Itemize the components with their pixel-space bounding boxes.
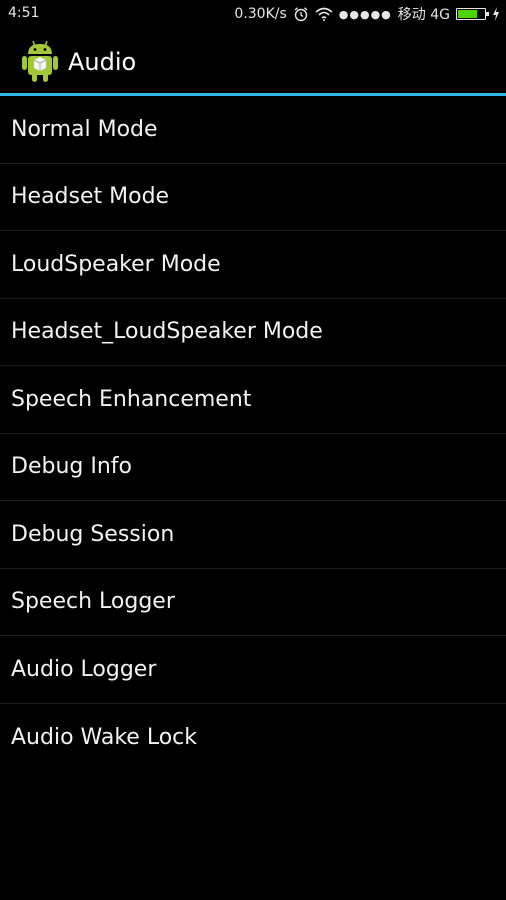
list-item-label: Headset Mode xyxy=(11,184,170,210)
list-item-label: Speech Logger xyxy=(11,589,175,615)
list-item-speech-logger[interactable]: Speech Logger xyxy=(0,569,506,636)
list-item-label: Debug Session xyxy=(11,521,175,547)
list-item-debug-session[interactable]: Debug Session xyxy=(0,501,506,569)
list-item-label: Headset_LoudSpeaker Mode xyxy=(11,319,323,345)
list-item-label: Audio Wake Lock xyxy=(11,724,198,750)
list-item-label: LoudSpeaker Mode xyxy=(11,251,221,277)
list-item-loudspeaker-mode[interactable]: LoudSpeaker Mode xyxy=(0,231,506,299)
signal-strength: ●●●●● xyxy=(338,7,392,21)
list-item-audio-wake-lock[interactable]: Audio Wake Lock xyxy=(0,704,506,772)
android-icon[interactable] xyxy=(20,38,60,84)
list-item-headset-mode[interactable]: Headset Mode xyxy=(0,164,506,231)
alarm-icon xyxy=(293,6,309,22)
carrier-label: 移动 4G xyxy=(397,7,450,23)
status-time: 4:51 xyxy=(8,5,40,21)
wifi-icon xyxy=(315,7,333,21)
list-item-label: Speech Enhancement xyxy=(11,386,252,412)
list-item-label: Normal Mode xyxy=(11,116,158,142)
page-title: Audio xyxy=(68,48,137,76)
list-item-speech-enhancement[interactable]: Speech Enhancement xyxy=(0,366,506,434)
battery-icon xyxy=(456,8,489,20)
battery-fill xyxy=(458,10,477,18)
list-item-audio-logger[interactable]: Audio Logger xyxy=(0,636,506,704)
action-bar: Audio xyxy=(0,28,506,93)
status-icons: 0.30K/s ●●●●● 移动 4G xyxy=(234,4,500,24)
menu-list: Normal Mode Headset Mode LoudSpeaker Mod… xyxy=(0,96,506,771)
list-item-debug-info[interactable]: Debug Info xyxy=(0,434,506,501)
network-speed: 0.30K/s xyxy=(234,6,287,22)
charging-icon xyxy=(492,7,500,21)
list-item-normal-mode[interactable]: Normal Mode xyxy=(0,96,506,164)
status-bar: 4:51 0.30K/s ●●●●● 移动 4G xyxy=(0,0,506,28)
list-item-label: Debug Info xyxy=(11,454,132,480)
list-item-headset-loudspeaker-mode[interactable]: Headset_LoudSpeaker Mode xyxy=(0,299,506,366)
list-item-label: Audio Logger xyxy=(11,656,157,682)
